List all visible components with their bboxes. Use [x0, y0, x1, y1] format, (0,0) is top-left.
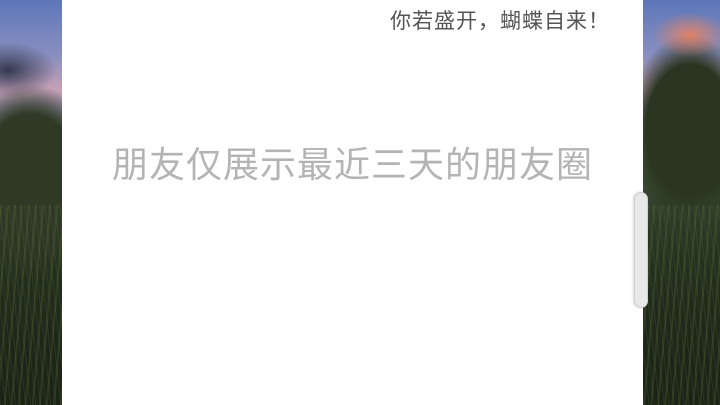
profile-signature: 你若盛开，蝴蝶自来！ — [390, 9, 610, 33]
visibility-notice: 朋友仅展示最近三天的朋友圈 — [111, 145, 593, 186]
moments-panel: 你若盛开，蝴蝶自来！ 朋友仅展示最近三天的朋友圈 — [62, 0, 643, 405]
edge-panel-handle[interactable] — [634, 192, 648, 308]
